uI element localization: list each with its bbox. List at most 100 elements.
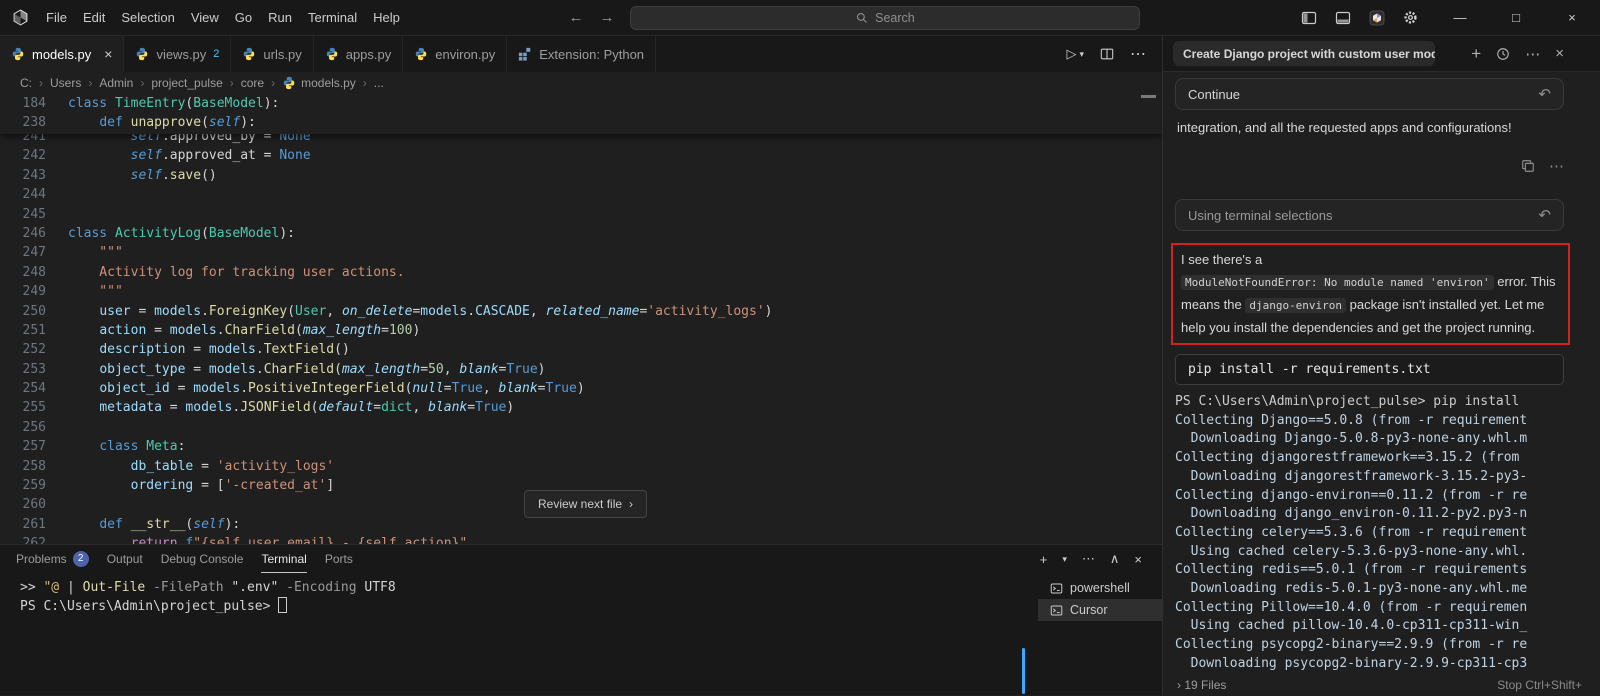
close-tab-icon[interactable]: × [104, 46, 112, 62]
code-token: = [381, 322, 389, 338]
menu-go[interactable]: Go [227, 6, 260, 29]
close-window-button[interactable]: × [1544, 0, 1600, 36]
panel-tab-ports[interactable]: Ports [325, 545, 353, 573]
restore-checkpoint-icon[interactable]: ↶ [1538, 206, 1551, 224]
forward-arrow-icon[interactable]: → [599, 9, 614, 26]
toggle-sidebar-icon[interactable] [1301, 10, 1317, 26]
pip-output-line: Downloading redis-5.0.1-py3-none-any.whl… [1175, 581, 1528, 597]
maximize-button[interactable]: □ [1488, 0, 1544, 36]
panel-tab-problems[interactable]: Problems 2 [16, 545, 89, 573]
code-token: 50 [428, 361, 444, 377]
line-number: 255 [22, 400, 46, 416]
copy-icon[interactable] [1521, 159, 1535, 173]
more-actions-icon[interactable]: ⋯ [1082, 551, 1095, 567]
stop-shortcut: Ctrl+Shift+ [1525, 678, 1582, 692]
menu-help[interactable]: Help [365, 6, 408, 29]
close-panel-icon[interactable]: × [1134, 552, 1142, 567]
minimize-button[interactable]: — [1432, 0, 1488, 36]
terminal-output[interactable]: >> "@ | Out-File -FilePath ".env" -Encod… [0, 573, 1038, 695]
review-next-file-button[interactable]: Review next file › [524, 490, 648, 518]
files-summary-pill[interactable]: › 19 Files [1177, 678, 1226, 692]
code-token: def [99, 115, 131, 131]
code-token: 'activity_logs' [647, 303, 765, 319]
code-token: def [99, 516, 131, 532]
line-content: class TimeEntry(BaseModel): [46, 94, 279, 113]
stop-button[interactable]: Stop Ctrl+Shift+ [1497, 678, 1582, 692]
tab-urls-py[interactable]: urls.py [231, 36, 314, 72]
settings-gear-icon[interactable] [1403, 10, 1418, 25]
code-token: | [59, 580, 83, 595]
code-token: dict [381, 400, 413, 416]
menu-view[interactable]: View [183, 6, 227, 29]
line-number: 257 [22, 439, 46, 455]
restore-checkpoint-icon[interactable]: ↶ [1538, 85, 1551, 103]
terminal-scrollbar[interactable] [1022, 648, 1025, 694]
tab-views-py[interactable]: views.py 2 [124, 36, 232, 72]
terminal-line: >> "@ | Out-File -FilePath ".env" -Encod… [20, 578, 1038, 597]
code-token: ( [201, 115, 209, 131]
line-content: def __str__(self): [46, 515, 240, 534]
line-content: class ActivityLog(BaseModel): [46, 224, 295, 243]
line-content: user = models.ForeignKey(User, on_delete… [46, 302, 772, 321]
panel-tab-output[interactable]: Output [107, 545, 143, 573]
code-token: self [130, 167, 162, 183]
scroll-position-indicator[interactable] [1141, 95, 1156, 98]
editor-tabbar: models.py × views.py 2 urls.py apps.py environ… [0, 36, 1162, 72]
menu-edit[interactable]: Edit [75, 6, 113, 29]
terminal-instance-cursor[interactable]: Cursor [1038, 599, 1162, 621]
line-content: description = models.TextField() [46, 340, 349, 359]
code-token: ] [326, 478, 335, 494]
split-editor-icon[interactable] [1100, 47, 1114, 61]
code-token: save [169, 167, 202, 183]
close-chat-icon[interactable]: × [1555, 45, 1564, 62]
more-options-icon[interactable]: ⋯ [1549, 157, 1564, 175]
terminal-selection-chip[interactable]: Using terminal selections ↶ [1175, 199, 1564, 231]
breadcrumb-item-models-py[interactable]: models.py [282, 76, 356, 90]
panel-tab-terminal[interactable]: Terminal [261, 545, 307, 573]
breadcrumb-item-[interactable]: ... [374, 76, 384, 90]
code-editor[interactable]: 241 self.approved_by = None 242 self.appr… [0, 94, 1162, 544]
code-token: = [185, 342, 209, 358]
tab-extension-python[interactable]: Extension: Python [507, 36, 657, 72]
toggle-panel-icon[interactable] [1335, 10, 1351, 26]
panel-tab-label: Output [106, 551, 143, 566]
new-terminal-icon[interactable]: + [1040, 552, 1048, 567]
panel-tab-debug-console[interactable]: Debug Console [161, 545, 244, 573]
tab-models-py[interactable]: models.py × [0, 36, 125, 72]
run-python-button[interactable]: ▷ ▾ [1066, 46, 1084, 62]
more-actions-icon[interactable]: ⋯ [1130, 44, 1146, 64]
history-icon[interactable] [1496, 47, 1510, 61]
breadcrumb-item-c[interactable]: C: [20, 76, 32, 90]
pip-install-output[interactable]: PS C:\Users\Admin\project_pulse> pip ins… [1175, 393, 1564, 674]
menu-run[interactable]: Run [260, 6, 300, 29]
breadcrumb-item-users[interactable]: Users [50, 76, 81, 90]
terminal-icon [1050, 583, 1063, 593]
menu-selection[interactable]: Selection [113, 6, 182, 29]
chevron-right-icon: › [629, 497, 634, 511]
tab-environ-py[interactable]: environ.py [403, 36, 508, 72]
maximize-panel-icon[interactable]: ∧ [1110, 551, 1120, 567]
tab-apps-py[interactable]: apps.py [314, 36, 404, 72]
chat-title[interactable]: Create Django project with custom user m… [1173, 41, 1435, 66]
terminal-instance-powershell[interactable]: powershell [1038, 577, 1162, 599]
new-chat-icon[interactable]: + [1471, 44, 1481, 64]
app-logo-icon [10, 8, 30, 28]
menu-file[interactable]: File [38, 6, 75, 29]
continue-button[interactable]: Continue ↶ [1175, 78, 1564, 110]
code-token: blank [498, 381, 538, 397]
breadcrumb-item-core[interactable]: core [241, 76, 264, 90]
command-center-search[interactable]: Search [630, 5, 1141, 30]
cursor-tab-icon[interactable] [1369, 10, 1385, 26]
code-token: __str__ [130, 516, 186, 532]
code-token: , [443, 361, 460, 377]
breadcrumb-item-project-pulse[interactable]: project_pulse [151, 76, 222, 90]
terminal-profile-chevron-icon[interactable]: ▾ [1062, 554, 1067, 565]
code-token: JSONField [240, 400, 311, 416]
more-actions-icon[interactable]: ⋯ [1525, 45, 1540, 63]
pip-output-line: Downloading psycopg2-binary-2.9.9-cp311-… [1175, 655, 1528, 671]
menu-terminal[interactable]: Terminal [300, 6, 365, 29]
code-token: '-created_at' [224, 478, 327, 494]
back-arrow-icon[interactable]: ← [568, 9, 583, 26]
breadcrumb-item-admin[interactable]: Admin [99, 76, 133, 90]
line-number: 262 [22, 536, 46, 544]
